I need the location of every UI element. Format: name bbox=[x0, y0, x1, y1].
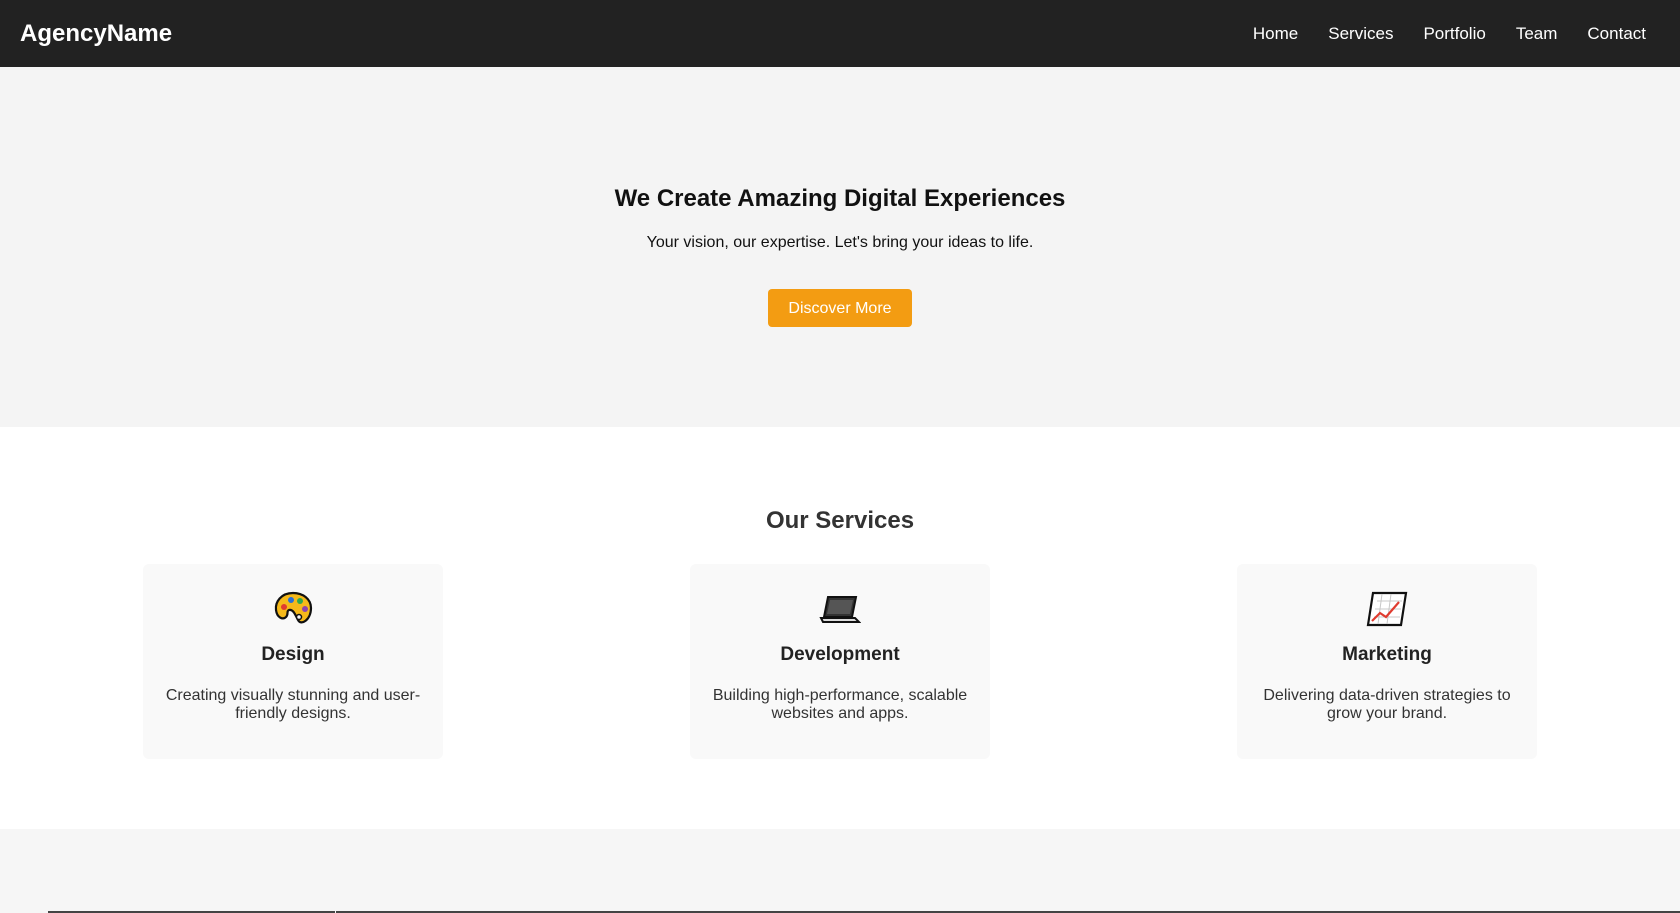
service-card-marketing: Marketing Delivering data-driven strateg… bbox=[1237, 564, 1537, 759]
nav-link-services[interactable]: Services bbox=[1328, 24, 1393, 44]
navbar: AgencyName Home Services Portfolio Team … bbox=[0, 0, 1680, 67]
hero-section: We Create Amazing Digital Experiences Yo… bbox=[0, 67, 1680, 427]
nav-links: Home Services Portfolio Team Contact bbox=[1253, 24, 1646, 44]
service-card-development: Development Building high-performance, s… bbox=[690, 564, 990, 759]
hero-subtitle: Your vision, our expertise. Let's bring … bbox=[646, 234, 1034, 251]
next-section bbox=[0, 829, 1680, 913]
service-title: Marketing bbox=[1342, 644, 1432, 665]
nav-link-home[interactable]: Home bbox=[1253, 24, 1298, 44]
hero-title: We Create Amazing Digital Experiences bbox=[614, 185, 1066, 212]
nav-link-portfolio[interactable]: Portfolio bbox=[1423, 24, 1485, 44]
nav-link-team[interactable]: Team bbox=[1516, 24, 1558, 44]
chart-icon bbox=[1237, 589, 1537, 629]
laptop-icon bbox=[690, 589, 990, 629]
service-card-design: Design Creating visually stunning and us… bbox=[143, 564, 443, 759]
brand-logo[interactable]: AgencyName bbox=[20, 20, 172, 48]
palette-icon bbox=[143, 589, 443, 629]
service-description: Building high-performance, scalable webs… bbox=[712, 687, 968, 722]
services-title: Our Services bbox=[765, 507, 915, 534]
service-description: Creating visually stunning and user-frie… bbox=[165, 687, 421, 722]
services-section: Our Services Design Creating visually st… bbox=[0, 427, 1680, 829]
discover-more-button[interactable]: Discover More bbox=[768, 289, 912, 327]
service-title: Design bbox=[261, 644, 325, 665]
service-title: Development bbox=[780, 644, 900, 665]
nav-link-contact[interactable]: Contact bbox=[1587, 24, 1646, 44]
service-description: Delivering data-driven strategies to gro… bbox=[1263, 687, 1511, 722]
